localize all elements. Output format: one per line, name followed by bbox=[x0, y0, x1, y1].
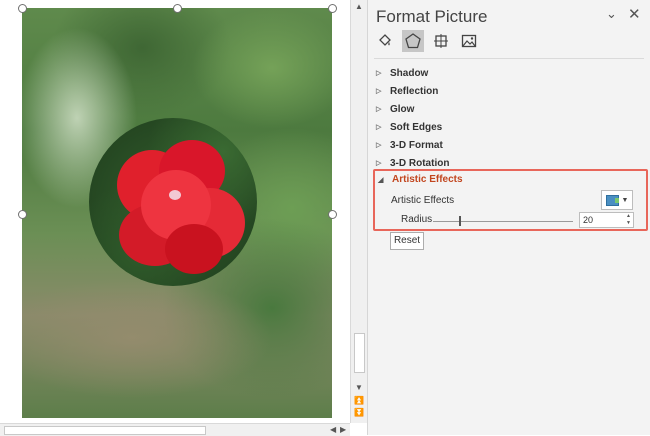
pane-title: Format Picture bbox=[376, 7, 488, 26]
dropdown-arrow-icon: ▼ bbox=[621, 196, 629, 204]
radius-value: 20 bbox=[583, 215, 594, 225]
radius-slider-track[interactable] bbox=[433, 221, 573, 222]
radius-label: Radius bbox=[401, 214, 433, 225]
effects-icon[interactable] bbox=[402, 30, 424, 52]
reset-button[interactable]: Reset bbox=[390, 232, 424, 250]
section-label: Glow bbox=[390, 103, 415, 115]
section-glow[interactable]: ▷ Glow bbox=[376, 101, 414, 117]
format-picture-pane: Format Picture ⌄ ✕ ▷ Shadow ▷ Reflection… bbox=[367, 0, 650, 435]
chevron-down-icon[interactable]: ⌄ bbox=[606, 6, 617, 22]
vertical-scroll-thumb[interactable] bbox=[354, 333, 365, 373]
flower-stamen bbox=[169, 190, 181, 200]
scroll-down-icon[interactable]: ▼ bbox=[353, 383, 365, 393]
section-label: Artistic Effects bbox=[392, 174, 463, 185]
scroll-left-icon[interactable]: ◀ bbox=[330, 425, 336, 434]
artistic-effects-gallery-button[interactable]: ▼ bbox=[601, 190, 633, 210]
artistic-effect-preview-icon bbox=[605, 194, 619, 206]
resize-handle-top[interactable] bbox=[173, 4, 182, 13]
close-icon[interactable]: ✕ bbox=[628, 5, 641, 23]
expand-arrow-icon: ▷ bbox=[376, 70, 382, 77]
tabs-divider bbox=[374, 58, 644, 59]
section-label: 3-D Rotation bbox=[390, 157, 450, 169]
resize-handle-right[interactable] bbox=[328, 210, 337, 219]
expand-arrow-icon: ▷ bbox=[376, 106, 382, 113]
section-artistic-effects-header[interactable]: ◢ Artistic Effects bbox=[378, 174, 463, 185]
collapse-arrow-icon: ◢ bbox=[378, 176, 384, 184]
radius-slider-thumb[interactable] bbox=[459, 216, 461, 226]
scroll-up-icon[interactable]: ▲ bbox=[353, 2, 365, 12]
expand-arrow-icon: ▷ bbox=[376, 124, 382, 131]
artistic-effects-section: ◢ Artistic Effects Artistic Effects ▼ Ra… bbox=[373, 169, 648, 231]
size-properties-icon[interactable] bbox=[430, 30, 452, 52]
section-label: 3-D Format bbox=[390, 139, 443, 151]
selected-picture[interactable] bbox=[22, 8, 332, 418]
fill-line-icon[interactable] bbox=[374, 30, 396, 52]
expand-arrow-icon: ▷ bbox=[376, 142, 382, 149]
resize-handle-top-right[interactable] bbox=[328, 4, 337, 13]
previous-slide-icon[interactable]: ⏫ bbox=[353, 396, 365, 406]
expand-arrow-icon: ▷ bbox=[376, 160, 382, 167]
section-soft-edges[interactable]: ▷ Soft Edges bbox=[376, 119, 442, 135]
slide-canvas bbox=[0, 0, 350, 423]
section-3d-format[interactable]: ▷ 3-D Format bbox=[376, 137, 443, 153]
spinner-icon[interactable]: ▲ ▼ bbox=[626, 213, 631, 227]
section-label: Shadow bbox=[390, 67, 429, 79]
petal bbox=[165, 224, 223, 274]
artistic-effects-label: Artistic Effects bbox=[391, 195, 455, 206]
expand-arrow-icon: ▷ bbox=[376, 88, 382, 95]
picture-icon[interactable] bbox=[458, 30, 480, 52]
flower-focus-circle bbox=[89, 118, 257, 286]
resize-handle-top-left[interactable] bbox=[18, 4, 27, 13]
horizontal-scroll-thumb[interactable] bbox=[4, 426, 206, 435]
next-slide-icon[interactable]: ⏬ bbox=[353, 408, 365, 418]
section-label: Soft Edges bbox=[390, 121, 443, 133]
horizontal-scrollbar[interactable]: ◀ ▶ bbox=[0, 423, 350, 436]
section-label: Reflection bbox=[390, 85, 439, 97]
radius-input[interactable]: 20 ▲ ▼ bbox=[579, 212, 634, 228]
section-shadow[interactable]: ▷ Shadow bbox=[376, 65, 428, 81]
section-reflection[interactable]: ▷ Reflection bbox=[376, 83, 438, 99]
vertical-scrollbar[interactable]: ▲ ▼ ⏫ ⏬ bbox=[350, 0, 367, 423]
scroll-right-icon[interactable]: ▶ bbox=[340, 425, 346, 434]
resize-handle-left[interactable] bbox=[18, 210, 27, 219]
